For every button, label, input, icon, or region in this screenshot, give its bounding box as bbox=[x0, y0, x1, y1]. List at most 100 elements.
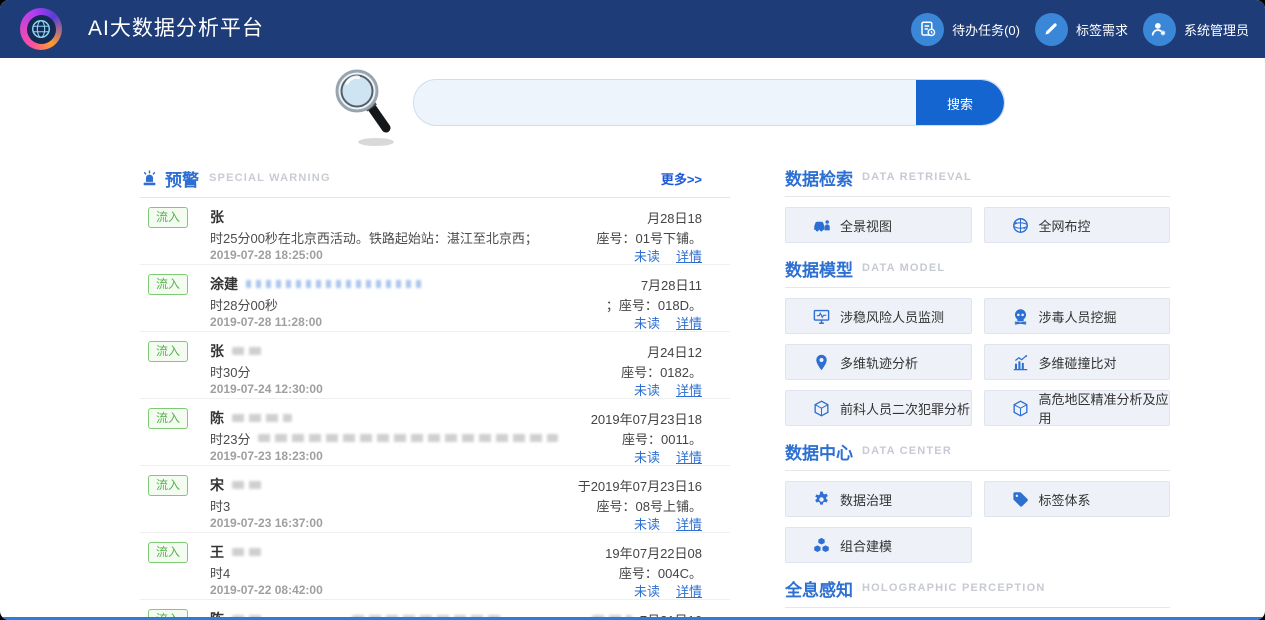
cube-icon bbox=[1011, 399, 1030, 418]
warning-list-item: 流入 涂建 7月28日11 时28分00秒 ；座号：018D。 2019-07-… bbox=[140, 265, 730, 332]
event-date-fragment: 月28日18 bbox=[647, 208, 702, 227]
event-description: 时23分 bbox=[210, 429, 250, 448]
event-date-fragment: 于2019年07月23日16 bbox=[578, 476, 702, 495]
unread-link[interactable]: 未读 bbox=[634, 246, 660, 265]
inflow-status-badge: 流入 bbox=[148, 542, 188, 563]
button-label: 数据治理 bbox=[840, 490, 892, 509]
warning-panel: 预警 SPECIAL WARNING 更多>> 流入 张 月28日18 时25分… bbox=[140, 165, 730, 620]
tag-demand-button[interactable]: 标签需求 bbox=[1035, 13, 1128, 46]
seat-info: 座号：01号下铺。 bbox=[597, 228, 702, 247]
warning-header: 预警 SPECIAL WARNING 更多>> bbox=[140, 165, 730, 191]
inflow-status-badge: 流入 bbox=[148, 207, 188, 228]
more-link[interactable]: 更多>> bbox=[661, 169, 702, 188]
inflow-status-badge: 流入 bbox=[148, 475, 188, 496]
detail-link[interactable]: 详情 bbox=[676, 313, 702, 332]
divider bbox=[785, 470, 1170, 471]
seat-info: 座号：0011。 bbox=[622, 429, 702, 448]
unread-link[interactable]: 未读 bbox=[634, 514, 660, 533]
magnifier-illustration bbox=[328, 64, 408, 150]
section-data-model: 数据模型 DATA MODEL 涉稳风险人员监测 涉毒人员挖掘 多维轨迹分析 bbox=[785, 256, 1170, 426]
location-pin-icon bbox=[812, 353, 831, 372]
event-date-fragment: 19年07月22日08 bbox=[605, 543, 702, 562]
redacted-text bbox=[232, 414, 292, 422]
warning-title: 预警 bbox=[165, 166, 199, 191]
timestamp: 2019-07-23 18:23:00 bbox=[210, 449, 323, 463]
combined-modeling-button[interactable]: 组合建模 bbox=[785, 527, 972, 563]
detail-link[interactable]: 详情 bbox=[676, 447, 702, 466]
search-input[interactable] bbox=[414, 80, 916, 125]
event-date-fragment: 2019年07月23日18 bbox=[591, 409, 702, 428]
gear-icon bbox=[812, 490, 831, 509]
detail-link[interactable]: 详情 bbox=[676, 380, 702, 399]
button-label: 涉毒人员挖掘 bbox=[1039, 307, 1117, 326]
detail-link[interactable]: 详情 bbox=[676, 246, 702, 265]
button-label: 组合建模 bbox=[840, 536, 892, 555]
warning-list-item: 流入 陈 2019年07月23日18 时23分 座号：0011。 2019-07… bbox=[140, 399, 730, 466]
detail-link[interactable]: 详情 bbox=[676, 514, 702, 533]
cube-icon bbox=[812, 399, 831, 418]
person-name: 张 bbox=[210, 207, 224, 227]
button-label: 全景视图 bbox=[840, 216, 892, 235]
warning-subtitle: SPECIAL WARNING bbox=[209, 172, 331, 184]
search-bar: 搜索 bbox=[413, 79, 1005, 126]
high-risk-area-analysis-button[interactable]: 高危地区精准分析及应用 bbox=[984, 390, 1171, 426]
warning-list-item: 流入 宋 于2019年07月23日16 时3 座号：08号上铺。 2019-07… bbox=[140, 466, 730, 533]
inflow-status-badge: 流入 bbox=[148, 341, 188, 362]
cubes-icon bbox=[812, 536, 831, 555]
drug-person-mining-button[interactable]: 涉毒人员挖掘 bbox=[984, 298, 1171, 334]
recidivism-analysis-button[interactable]: 前科人员二次犯罪分析 bbox=[785, 390, 972, 426]
header-actions: 待办任务(0) 标签需求 系统管理员 bbox=[911, 0, 1249, 58]
admin-user-icon bbox=[1143, 13, 1176, 46]
todo-tasks-button[interactable]: 待办任务(0) bbox=[911, 13, 1020, 46]
person-name: 张 bbox=[210, 341, 224, 361]
event-description: 时28分00秒 bbox=[210, 295, 278, 314]
section-title: 数据模型 bbox=[785, 256, 853, 281]
person-name: 王 bbox=[210, 542, 224, 562]
data-governance-button[interactable]: 数据治理 bbox=[785, 481, 972, 517]
detail-link[interactable]: 详情 bbox=[676, 581, 702, 600]
person-name: 陈 bbox=[210, 408, 224, 428]
unread-link[interactable]: 未读 bbox=[634, 380, 660, 399]
multi-collision-compare-button[interactable]: 多维碰撞比对 bbox=[984, 344, 1171, 380]
globe-logo-icon bbox=[27, 15, 56, 44]
timestamp: 2019-07-24 12:30:00 bbox=[210, 382, 323, 396]
timestamp: 2019-07-22 08:42:00 bbox=[210, 583, 323, 597]
stability-risk-monitor-button[interactable]: 涉稳风险人员监测 bbox=[785, 298, 972, 334]
multi-track-analysis-button[interactable]: 多维轨迹分析 bbox=[785, 344, 972, 380]
network-control-button[interactable]: 全网布控 bbox=[984, 207, 1171, 243]
seat-info: 座号：0182。 bbox=[621, 362, 702, 381]
car-person-icon bbox=[812, 216, 831, 235]
monitor-wave-icon bbox=[812, 307, 831, 326]
redacted-text bbox=[246, 280, 426, 288]
inflow-status-badge: 流入 bbox=[148, 274, 188, 295]
section-subtitle: DATA CENTER bbox=[862, 445, 952, 457]
section-subtitle: DATA MODEL bbox=[862, 262, 945, 274]
unread-link[interactable]: 未读 bbox=[634, 313, 660, 332]
redacted-text bbox=[232, 548, 262, 556]
event-description: 时4 bbox=[210, 563, 230, 582]
warning-list-item: 流入 张 月24日12 时30分 座号：0182。 2019-07-24 12:… bbox=[140, 332, 730, 399]
search-button[interactable]: 搜索 bbox=[916, 80, 1004, 126]
timestamp: 2019-07-28 18:25:00 bbox=[210, 248, 323, 262]
section-subtitle: DATA RETRIEVAL bbox=[862, 171, 972, 183]
unread-link[interactable]: 未读 bbox=[634, 447, 660, 466]
event-description: 时30分 bbox=[210, 362, 250, 381]
section-title: 数据中心 bbox=[785, 439, 853, 464]
page-title: AI大数据分析平台 bbox=[88, 0, 264, 58]
divider bbox=[785, 607, 1170, 608]
warning-list-item: 流入 张 月28日18 时25分00秒在北京西活动。铁路起始站：湛江至北京西； … bbox=[140, 198, 730, 265]
timestamp: 2019-07-23 16:37:00 bbox=[210, 516, 323, 530]
button-label: 标签体系 bbox=[1039, 490, 1091, 509]
section-holographic-perception: 全息感知 HOLOGRAPHIC PERCEPTION bbox=[785, 576, 1170, 620]
section-title: 全息感知 bbox=[785, 576, 853, 601]
button-label: 高危地区精准分析及应用 bbox=[1039, 389, 1170, 427]
event-date-fragment: 7月28日11 bbox=[641, 275, 702, 294]
button-label: 前科人员二次犯罪分析 bbox=[840, 399, 970, 418]
unread-link[interactable]: 未读 bbox=[634, 581, 660, 600]
admin-user-button[interactable]: 系统管理员 bbox=[1143, 13, 1249, 46]
tag-system-button[interactable]: 标签体系 bbox=[984, 481, 1171, 517]
section-subtitle: HOLOGRAPHIC PERCEPTION bbox=[862, 582, 1045, 594]
button-label: 多维轨迹分析 bbox=[840, 353, 918, 372]
todo-tasks-label: 待办任务(0) bbox=[952, 20, 1020, 39]
panoramic-view-button[interactable]: 全景视图 bbox=[785, 207, 972, 243]
